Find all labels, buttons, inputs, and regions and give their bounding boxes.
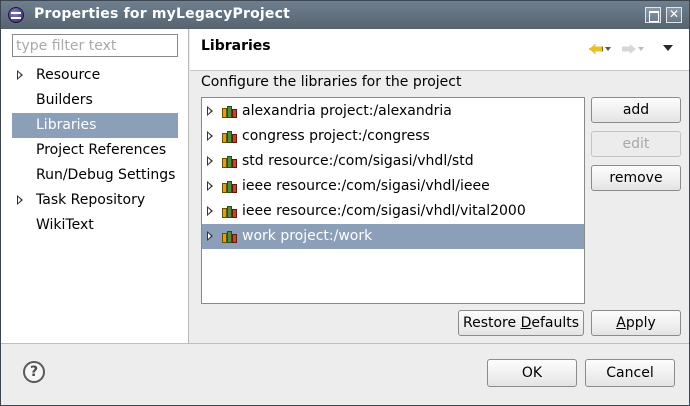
sidebar-item-project-references[interactable]: Project References <box>12 138 178 163</box>
separator <box>1 343 689 344</box>
filter-input[interactable] <box>12 34 178 57</box>
library-label: std resource:/com/sigasi/vhdl/std <box>242 153 474 169</box>
expand-arrow-icon[interactable] <box>207 131 213 141</box>
help-icon[interactable]: ? <box>23 361 45 383</box>
button-label: pply <box>625 315 656 331</box>
library-row-selected[interactable]: work project:/work <box>202 224 584 249</box>
sidebar-item-task-repository[interactable]: Task Repository <box>12 188 178 213</box>
edit-button[interactable]: edit <box>591 131 681 157</box>
expand-arrow-icon[interactable] <box>207 156 213 166</box>
expand-arrow-icon[interactable] <box>207 206 213 216</box>
view-menu-icon[interactable] <box>663 45 673 51</box>
restore-defaults-button[interactable]: Restore Defaults <box>458 310 584 336</box>
apply-button[interactable]: Apply <box>591 310 681 336</box>
libraries-tree[interactable]: alexandria project:/alexandria congress … <box>201 97 585 304</box>
library-label: ieee resource:/com/sigasi/vhdl/vital2000 <box>242 203 526 219</box>
cancel-button[interactable]: Cancel <box>585 359 675 387</box>
window-title: Properties for myLegacyProject <box>34 6 290 22</box>
sidebar-item-label: Run/Debug Settings <box>36 167 176 183</box>
chevron-down-icon <box>638 47 644 51</box>
library-row[interactable]: std resource:/com/sigasi/vhdl/std <box>202 149 584 174</box>
sidebar-item-label: Builders <box>36 92 93 108</box>
library-label: ieee resource:/com/sigasi/vhdl/ieee <box>242 178 490 194</box>
forward-arrow-icon <box>622 44 636 54</box>
library-books-icon <box>222 154 238 168</box>
button-label: efaults <box>531 315 580 331</box>
expand-arrow-icon[interactable] <box>17 70 23 80</box>
forward-button[interactable] <box>622 41 646 57</box>
expand-arrow-icon[interactable] <box>207 181 213 191</box>
sidebar-item-label: Task Repository <box>36 192 146 208</box>
page-title: Libraries <box>201 38 271 54</box>
chevron-down-icon <box>605 47 611 51</box>
button-label: Restore <box>462 315 521 331</box>
page-header: Libraries <box>190 29 689 71</box>
title-bar[interactable]: Properties for myLegacyProject ✕ <box>1 1 689 29</box>
back-arrow-icon <box>589 44 603 54</box>
close-button[interactable]: ✕ <box>666 7 682 23</box>
mnemonic: A <box>616 315 626 331</box>
properties-dialog: Properties for myLegacyProject ✕ Resourc… <box>0 0 690 406</box>
expand-arrow-icon[interactable] <box>17 195 23 205</box>
mnemonic: D <box>520 315 532 331</box>
sidebar-item-label: Libraries <box>36 117 97 133</box>
library-books-icon <box>222 179 238 193</box>
library-label: work project:/work <box>242 228 373 244</box>
sidebar: Resource Builders Libraries Project Refe… <box>1 29 189 343</box>
ok-button[interactable]: OK <box>487 359 577 387</box>
sidebar-item-libraries[interactable]: Libraries <box>12 113 178 138</box>
library-row[interactable]: congress project:/congress <box>202 124 584 149</box>
library-row[interactable]: ieee resource:/com/sigasi/vhdl/ieee <box>202 174 584 199</box>
sidebar-item-resource[interactable]: Resource <box>12 63 178 88</box>
maximize-button[interactable] <box>645 7 661 23</box>
property-pages-tree: Resource Builders Libraries Project Refe… <box>12 63 178 238</box>
eclipse-icon <box>8 7 24 23</box>
page-description: Configure the libraries for the project <box>201 74 462 90</box>
expand-arrow-icon[interactable] <box>207 106 213 116</box>
library-row[interactable]: ieee resource:/com/sigasi/vhdl/vital2000 <box>202 199 584 224</box>
library-books-icon <box>222 129 238 143</box>
sidebar-item-label: Resource <box>36 67 101 83</box>
back-button[interactable] <box>589 41 613 57</box>
sidebar-item-run-debug-settings[interactable]: Run/Debug Settings <box>12 163 178 188</box>
expand-arrow-icon[interactable] <box>207 231 213 241</box>
library-books-icon <box>222 204 238 218</box>
add-button[interactable]: add <box>591 97 681 123</box>
library-row[interactable]: alexandria project:/alexandria <box>202 99 584 124</box>
sidebar-item-label: Project References <box>36 142 167 158</box>
sidebar-item-wikitext[interactable]: WikiText <box>12 213 178 238</box>
library-label: alexandria project:/alexandria <box>242 103 452 119</box>
library-books-icon <box>222 104 238 118</box>
library-books-icon <box>222 229 238 243</box>
library-label: congress project:/congress <box>242 128 430 144</box>
remove-button[interactable]: remove <box>591 165 681 191</box>
sidebar-item-builders[interactable]: Builders <box>12 88 178 113</box>
sidebar-item-label: WikiText <box>36 217 94 233</box>
